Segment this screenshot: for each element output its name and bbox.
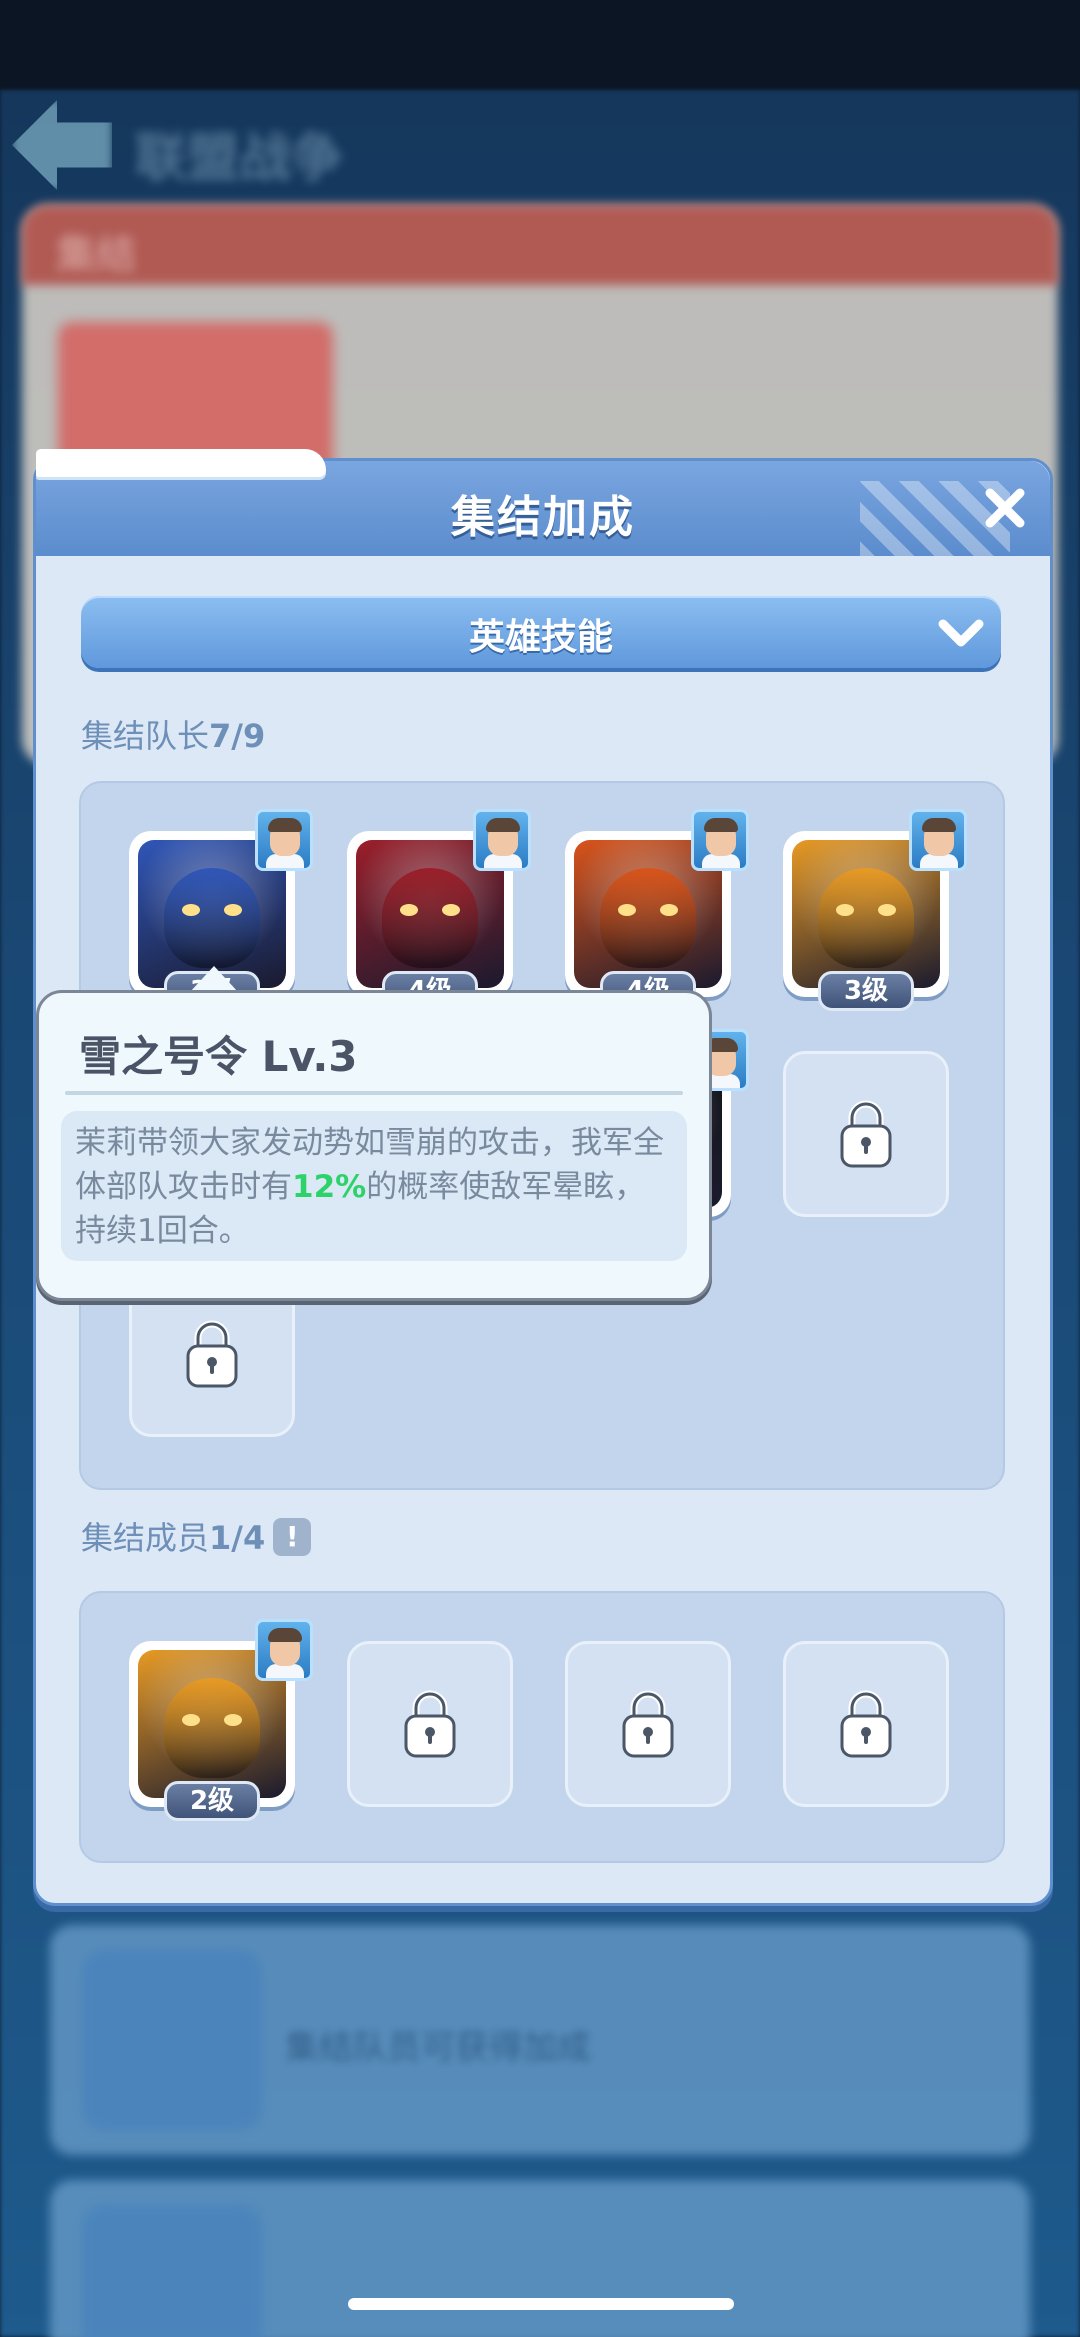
hero-face bbox=[818, 868, 914, 968]
locked-slot[interactable] bbox=[783, 1051, 949, 1217]
close-button[interactable] bbox=[978, 481, 1032, 535]
commander-avatar-badge bbox=[691, 809, 749, 871]
hero-eye bbox=[400, 904, 418, 916]
leader-section-count: 7/9 bbox=[209, 717, 266, 755]
background-card-header bbox=[22, 205, 1058, 285]
hero-level-label: 2级 bbox=[164, 1781, 260, 1821]
tooltip-divider bbox=[65, 1091, 683, 1095]
badge-hair bbox=[268, 818, 302, 832]
commander-avatar-badge bbox=[909, 809, 967, 871]
member-section-count: 1/4 bbox=[209, 1519, 266, 1557]
badge-body bbox=[266, 1664, 304, 1678]
badge-hair bbox=[268, 1628, 302, 1642]
hero-eye bbox=[618, 904, 636, 916]
tooltip-highlight-value: 12% bbox=[292, 1169, 367, 1205]
hero-face bbox=[164, 868, 260, 968]
badge-hair bbox=[704, 818, 738, 832]
background-card-title: 集结 bbox=[56, 232, 136, 278]
member-section-title: 集结成员1/4! bbox=[81, 1513, 312, 1559]
home-indicator[interactable] bbox=[348, 2298, 734, 2310]
member-section-label: 集结成员 bbox=[81, 1519, 210, 1557]
hero-eye bbox=[878, 904, 896, 916]
lock-icon bbox=[838, 1098, 894, 1170]
skill-type-dropdown[interactable]: 英雄技能 bbox=[81, 596, 1001, 668]
background-list-text: 集结队员可获得加成 bbox=[285, 2028, 591, 2068]
hero-face bbox=[382, 868, 478, 968]
lock-icon bbox=[620, 1688, 676, 1760]
hero-eye bbox=[224, 904, 242, 916]
lock-icon bbox=[184, 1318, 240, 1390]
dropdown-label: 英雄技能 bbox=[468, 617, 613, 658]
close-icon bbox=[985, 488, 1025, 528]
locked-slot[interactable] bbox=[783, 1641, 949, 1807]
status-bar bbox=[0, 0, 1080, 90]
tooltip-arrow bbox=[190, 966, 238, 992]
background-lock-tile-2 bbox=[82, 2205, 262, 2337]
badge-hair bbox=[922, 818, 956, 832]
dialog-title: 集结加成 bbox=[451, 492, 635, 543]
commander-avatar-badge bbox=[473, 809, 531, 871]
hero-eye bbox=[224, 1714, 242, 1726]
badge-body bbox=[702, 854, 740, 868]
hero-skill-slot[interactable]: 4级 bbox=[565, 809, 749, 1011]
tooltip-description: 茉莉带领大家发动势如雪崩的攻击，我军全体部队攻击时有12%的概率使敌军晕眩，持续… bbox=[61, 1111, 687, 1261]
hero-eye bbox=[182, 1714, 200, 1726]
hero-eye bbox=[836, 904, 854, 916]
badge-hair bbox=[486, 818, 520, 832]
hero-skill-slot[interactable]: 3级 bbox=[783, 809, 967, 1011]
hero-eye bbox=[442, 904, 460, 916]
hero-eye bbox=[660, 904, 678, 916]
lock-icon bbox=[402, 1688, 458, 1760]
member-slots-panel: 2级 bbox=[79, 1591, 1005, 1863]
leader-section-label: 集结队长 bbox=[81, 717, 210, 755]
badge-body bbox=[484, 854, 522, 868]
commander-avatar-badge bbox=[255, 809, 313, 871]
skill-tooltip: 雪之号令 Lv.3 茉莉带领大家发动势如雪崩的攻击，我军全体部队攻击时有12%的… bbox=[36, 990, 712, 1301]
locked-slot[interactable] bbox=[347, 1641, 513, 1807]
hero-level-label: 3级 bbox=[818, 971, 914, 1011]
hero-face bbox=[600, 868, 696, 968]
locked-slot[interactable] bbox=[565, 1641, 731, 1807]
lock-icon bbox=[838, 1688, 894, 1760]
tooltip-title: 雪之号令 Lv.3 bbox=[79, 1032, 358, 1081]
hero-face bbox=[164, 1678, 260, 1778]
chevron-down-icon bbox=[938, 619, 984, 647]
badge-body bbox=[920, 854, 958, 868]
snow-cap-decoration bbox=[36, 449, 326, 477]
leader-section-title: 集结队长7/9 bbox=[81, 711, 265, 757]
badge-body bbox=[266, 854, 304, 868]
commander-avatar-badge bbox=[255, 1619, 313, 1681]
hero-eye bbox=[182, 904, 200, 916]
hero-skill-slot[interactable]: 4级 bbox=[347, 809, 531, 1011]
info-warning-icon[interactable]: ! bbox=[273, 1518, 312, 1556]
background-lock-tile bbox=[82, 1950, 262, 2130]
hero-skill-slot[interactable]: 2级 bbox=[129, 1619, 313, 1821]
background-page-title: 联盟战争 bbox=[135, 129, 344, 189]
